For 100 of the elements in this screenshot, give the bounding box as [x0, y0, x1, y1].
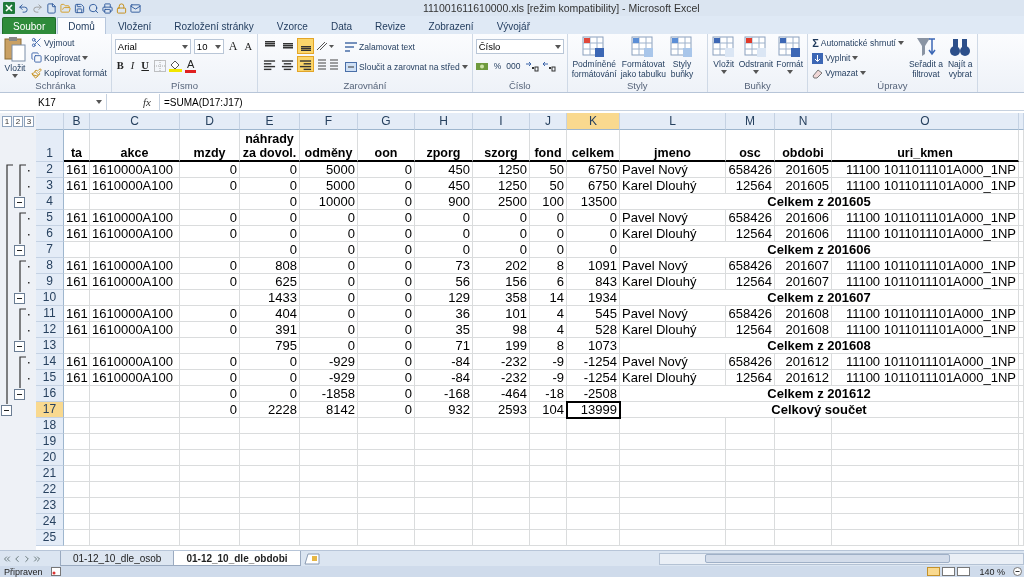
name-box[interactable]: K17	[0, 94, 107, 110]
thousands-button[interactable]: 000	[505, 59, 522, 73]
column-header[interactable]: F	[300, 113, 358, 130]
column-header[interactable]: I	[473, 113, 530, 130]
column-header[interactable]: B	[64, 113, 90, 130]
fill-bucket-icon[interactable]	[168, 59, 182, 72]
font-size-field[interactable]: 10	[193, 39, 224, 54]
cut-button[interactable]: Vyjmout	[30, 36, 108, 50]
row-header[interactable]: 11	[36, 306, 64, 322]
collapse-button[interactable]	[14, 292, 25, 304]
row-header[interactable]: 19	[36, 434, 64, 450]
column-header[interactable]: C	[90, 113, 180, 130]
sheet-tab[interactable]: 01-12_10_dle_obdobi	[173, 551, 301, 566]
row-header[interactable]: 9	[36, 274, 64, 290]
column-header[interactable]: J	[530, 113, 567, 130]
sheet-tab[interactable]: 01-12_10_dle_osob	[60, 551, 175, 566]
ribbon-tab[interactable]: Domů	[57, 17, 106, 34]
collapse-button[interactable]	[14, 388, 25, 400]
cells-button[interactable]: Formát	[775, 36, 805, 80]
fill-button[interactable]: Vyplnit	[811, 51, 905, 65]
previous-sheet-icon[interactable]	[12, 553, 22, 564]
row-header[interactable]: 12	[36, 322, 64, 338]
styles-button[interactable]: Formátovat jako tabulku	[619, 36, 667, 80]
format-painter-button[interactable]: Kopírovat formát	[30, 66, 108, 80]
autosum-button[interactable]: Σ Automatické shrnutí	[811, 36, 905, 50]
column-header[interactable]: L	[620, 113, 726, 130]
row-header[interactable]: 18	[36, 418, 64, 434]
column-header[interactable]: K	[567, 113, 620, 130]
row-header[interactable]: 15	[36, 370, 64, 386]
file-icon[interactable]	[46, 2, 57, 14]
outline-level-button[interactable]: 3	[24, 116, 34, 127]
row-header[interactable]: 24	[36, 514, 64, 530]
ribbon-tab[interactable]: Zobrazení	[417, 17, 485, 34]
row-header[interactable]: 20	[36, 450, 64, 466]
vertical-align-button[interactable]	[297, 38, 315, 54]
horizontal-align-button[interactable]	[297, 56, 315, 72]
clear-button[interactable]: Vymazat	[811, 66, 905, 80]
ribbon-tab[interactable]: Vložení	[106, 17, 163, 34]
decimal-decrease-icon[interactable]	[541, 60, 556, 72]
row-header[interactable]: 14	[36, 354, 64, 370]
styles-button[interactable]: Podmíněné formátování	[570, 36, 618, 80]
styles-button[interactable]: Styly buňky	[669, 36, 695, 80]
row-header[interactable]: 4	[36, 194, 64, 210]
row-header[interactable]: 1	[36, 130, 64, 162]
currency-icon[interactable]	[475, 60, 490, 72]
row-header[interactable]: 13	[36, 338, 64, 354]
row-header[interactable]: 7	[36, 242, 64, 258]
row-header[interactable]: 6	[36, 226, 64, 242]
active-cell[interactable]: 13999	[567, 402, 620, 418]
bold-button[interactable]: B	[114, 58, 126, 73]
save-icon[interactable]	[74, 2, 85, 14]
zoom-out-icon[interactable]	[1013, 567, 1022, 576]
row-header[interactable]: 22	[36, 482, 64, 498]
row-header[interactable]: 8	[36, 258, 64, 274]
undo-icon[interactable]	[18, 2, 29, 14]
row-header[interactable]: 2	[36, 162, 64, 178]
zoom-level[interactable]: 140 %	[979, 566, 1005, 577]
sort-filter-button[interactable]: Seřadit a filtrovat	[907, 36, 944, 80]
macro-record-icon[interactable]	[50, 567, 61, 576]
row-header[interactable]: 23	[36, 498, 64, 514]
merge-button[interactable]: Sloučit a zarovnat na střed	[344, 60, 469, 74]
row-header[interactable]: 5	[36, 210, 64, 226]
number-format-field[interactable]: Číslo	[475, 39, 564, 54]
ribbon-tab[interactable]: Revize	[364, 17, 417, 34]
column-header[interactable]: M	[726, 113, 775, 130]
wrap-text-button[interactable]: Zalamovat text	[344, 40, 469, 54]
text-angle-icon[interactable]	[315, 40, 336, 52]
copy-button[interactable]: Kopírovat	[30, 51, 108, 65]
column-header[interactable]: E	[240, 113, 300, 130]
printer-icon[interactable]	[102, 2, 113, 14]
grow-font-button[interactable]: A	[226, 39, 240, 54]
row-header[interactable]: 17	[36, 402, 64, 418]
collapse-button[interactable]	[14, 196, 25, 208]
outline-level-button[interactable]: 1	[2, 116, 12, 127]
view-buttons-icon[interactable]	[927, 567, 972, 576]
cells-button[interactable]: Odstranit	[737, 36, 775, 80]
decimal-increase-icon[interactable]	[524, 60, 539, 72]
column-header[interactable]: N	[775, 113, 832, 130]
percent-button[interactable]: %	[492, 59, 503, 73]
file-tab[interactable]: Soubor	[2, 17, 57, 34]
search-icon[interactable]	[88, 2, 99, 14]
row-header[interactable]: 3	[36, 178, 64, 194]
column-header[interactable]: D	[180, 113, 240, 130]
find-select-button[interactable]: Najít a vybrat	[946, 36, 974, 80]
column-header[interactable]: H	[415, 113, 473, 130]
row-header[interactable]: 21	[36, 466, 64, 482]
ribbon-tab[interactable]: Vzorce	[265, 17, 319, 34]
row-header[interactable]: 25	[36, 530, 64, 546]
row-header[interactable]: 10	[36, 290, 64, 306]
insert-function-button[interactable]: fx	[143, 96, 151, 108]
collapse-button[interactable]	[14, 244, 25, 256]
shrink-font-button[interactable]: A	[242, 39, 255, 54]
horizontal-scrollbar[interactable]	[659, 552, 1024, 565]
underline-button[interactable]: U	[139, 58, 151, 73]
mail-icon[interactable]	[130, 2, 141, 14]
collapse-button[interactable]	[14, 340, 25, 352]
ribbon-tab[interactable]: Rozložení stránky	[163, 17, 265, 34]
font-name-field[interactable]: Arial	[114, 39, 191, 54]
font-color-button[interactable]: A	[184, 58, 197, 73]
collapse-button[interactable]	[1, 404, 12, 416]
